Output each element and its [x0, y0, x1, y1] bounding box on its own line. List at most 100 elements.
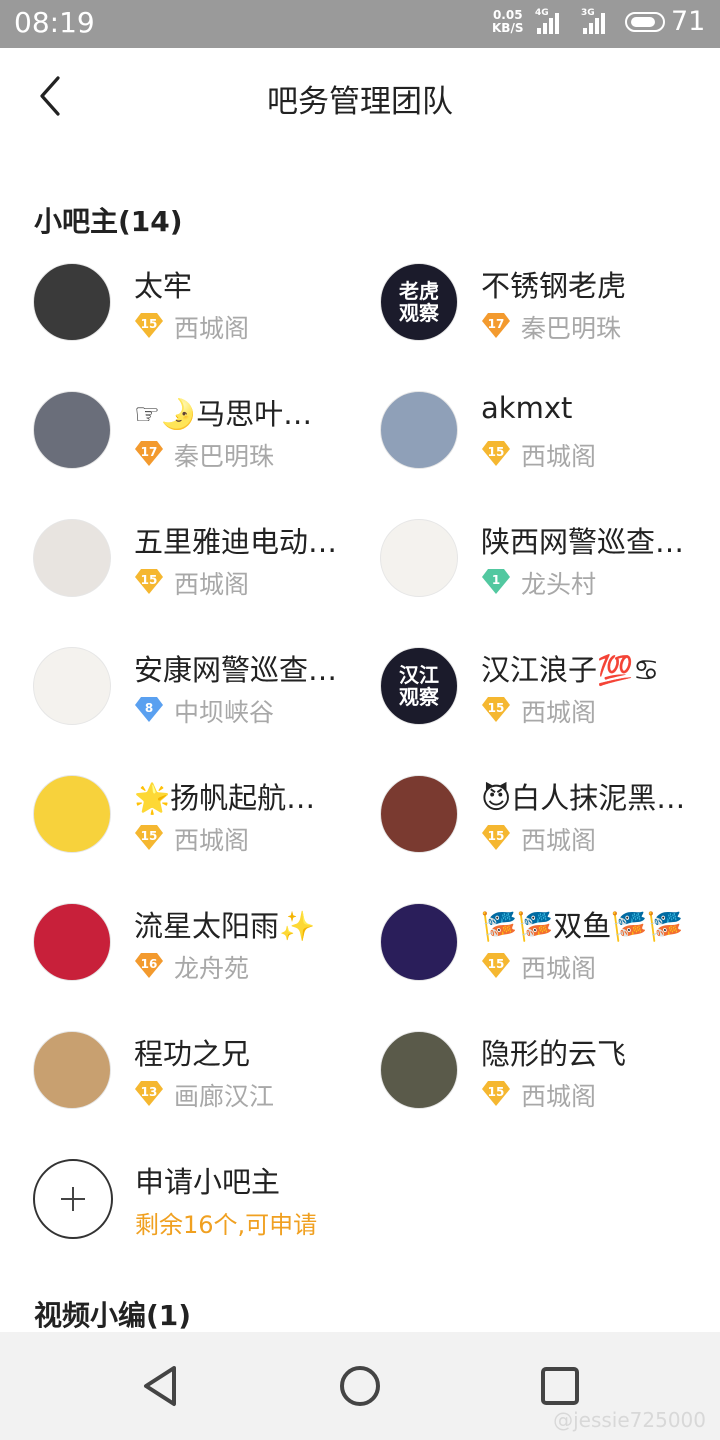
battery-level: 71: [671, 6, 706, 37]
member-item[interactable]: 😈白人抹泥黑… 15 西城阁: [380, 775, 720, 875]
member-forum: 西城阁: [521, 954, 597, 983]
apply-label: 申请小吧主: [135, 1165, 281, 1199]
plus-icon: [33, 1159, 113, 1239]
member-name: 🌟扬帆起航…: [134, 781, 316, 815]
member-item[interactable]: 汉江 观察 汉江浪子💯♋ 15 西城阁: [380, 647, 720, 747]
level-number: 15: [140, 573, 158, 587]
member-item[interactable]: 🌟扬帆起航… 15 西城阁: [33, 775, 373, 875]
watermark: @jessie725000: [553, 1408, 706, 1432]
level-badge-icon: 15: [134, 566, 164, 596]
member-item[interactable]: 程功之兄 13 画廊汉江: [33, 1031, 373, 1131]
square-recents-icon: [541, 1367, 579, 1405]
member-name: 不锈钢老虎: [481, 269, 627, 303]
member-forum: 西城阁: [174, 826, 250, 855]
level-badge-icon: 15: [481, 950, 511, 980]
member-item[interactable]: 老虎 观察 不锈钢老虎 17 秦巴明珠: [380, 263, 720, 363]
member-forum: 西城阁: [521, 826, 597, 855]
member-name: akmxt: [481, 391, 573, 425]
section-title-admins: 小吧主(14): [34, 205, 183, 238]
member-item[interactable]: 陕西网警巡查… 1 龙头村: [380, 519, 720, 619]
avatar: [380, 903, 458, 981]
member-item[interactable]: 太牢 15 西城阁: [33, 263, 373, 363]
member-name: 安康网警巡查…: [134, 653, 338, 687]
member-forum: 西城阁: [521, 698, 597, 727]
level-number: 16: [140, 957, 158, 971]
member-item[interactable]: 安康网警巡查… 8 中坝峡谷: [33, 647, 373, 747]
avatar: [33, 263, 111, 341]
member-forum: 龙头村: [521, 570, 597, 599]
avatar: [380, 391, 458, 469]
member-item[interactable]: 隐形的云飞 15 西城阁: [380, 1031, 720, 1131]
avatar: [380, 1031, 458, 1109]
nav-home-button[interactable]: [336, 1362, 384, 1410]
avatar: 老虎 观察: [380, 263, 458, 341]
level-badge-icon: 15: [481, 1078, 511, 1108]
avatar: [33, 519, 111, 597]
avatar: [380, 519, 458, 597]
apply-remaining: 剩余16个,可申请: [135, 1211, 318, 1239]
avatar: [33, 647, 111, 725]
member-name: 五里雅迪电动…: [134, 525, 338, 559]
avatar: [33, 775, 111, 853]
member-item[interactable]: akmxt 15 西城阁: [380, 391, 720, 491]
member-forum: 画廊汉江: [174, 1082, 275, 1111]
member-item[interactable]: ☞🌛马思叶… 17 秦巴明珠: [33, 391, 373, 491]
level-badge-icon: 15: [481, 438, 511, 468]
level-number: 17: [487, 317, 505, 331]
member-name: 隐形的云飞: [481, 1037, 627, 1071]
signal-3g-icon: 3G: [581, 8, 605, 34]
signal-4g-icon: 4G: [535, 8, 559, 34]
member-name: 程功之兄: [134, 1037, 251, 1071]
member-forum: 龙舟苑: [174, 954, 250, 983]
apply-admin-button[interactable]: 申请小吧主 剩余16个,可申请: [33, 1159, 453, 1239]
avatar: [33, 1031, 111, 1109]
level-number: 8: [144, 701, 154, 715]
member-name: 太牢: [134, 269, 193, 303]
level-number: 13: [140, 1085, 158, 1099]
avatar: 汉江 观察: [380, 647, 458, 725]
member-name: 🎏🎏双鱼🎏🎏: [481, 909, 684, 943]
level-badge-icon: 17: [481, 310, 511, 340]
avatar: [380, 775, 458, 853]
member-forum: 西城阁: [521, 442, 597, 471]
avatar-text: 汉江 观察: [399, 663, 439, 709]
avatar: [33, 903, 111, 981]
level-badge-icon: 15: [481, 694, 511, 724]
member-name: ☞🌛马思叶…: [134, 397, 313, 431]
nav-back-button[interactable]: [136, 1362, 184, 1410]
level-badge-icon: 15: [134, 310, 164, 340]
circle-home-icon: [340, 1366, 380, 1406]
member-forum: 西城阁: [174, 570, 250, 599]
clock: 08:19: [14, 6, 95, 39]
level-number: 15: [140, 829, 158, 843]
member-item[interactable]: 🎏🎏双鱼🎏🎏 15 西城阁: [380, 903, 720, 1003]
level-badge-icon: 17: [134, 438, 164, 468]
level-badge-icon: 13: [134, 1078, 164, 1108]
member-forum: 西城阁: [521, 1082, 597, 1111]
page-title: 吧务管理团队: [267, 84, 453, 120]
header: 吧务管理团队: [0, 48, 720, 144]
nav-recents-button[interactable]: [536, 1362, 584, 1410]
level-number: 1: [491, 573, 501, 587]
member-name: 😈白人抹泥黑…: [481, 781, 686, 815]
member-name: 汉江浪子💯♋: [481, 653, 660, 687]
level-number: 15: [487, 701, 505, 715]
level-number: 15: [487, 445, 505, 459]
level-number: 15: [487, 1085, 505, 1099]
member-name: 陕西网警巡查…: [481, 525, 685, 559]
member-name: 流星太阳雨✨: [134, 909, 316, 943]
level-badge-icon: 16: [134, 950, 164, 980]
member-forum: 中坝峡谷: [174, 698, 275, 727]
triangle-back-icon: [144, 1366, 176, 1406]
system-nav-bar: @jessie725000: [0, 1332, 720, 1440]
avatar-text: 老虎 观察: [399, 279, 439, 325]
member-item[interactable]: 五里雅迪电动… 15 西城阁: [33, 519, 373, 619]
level-number: 17: [140, 445, 158, 459]
level-badge-icon: 15: [134, 822, 164, 852]
avatar: [33, 391, 111, 469]
member-forum: 秦巴明珠: [174, 442, 275, 471]
level-number: 15: [487, 957, 505, 971]
status-bar: 08:19 0.05 KB/S 4G 3G 71: [0, 0, 720, 48]
member-item[interactable]: 流星太阳雨✨ 16 龙舟苑: [33, 903, 373, 1003]
section-title-video-editors: 视频小编(1): [34, 1299, 192, 1332]
